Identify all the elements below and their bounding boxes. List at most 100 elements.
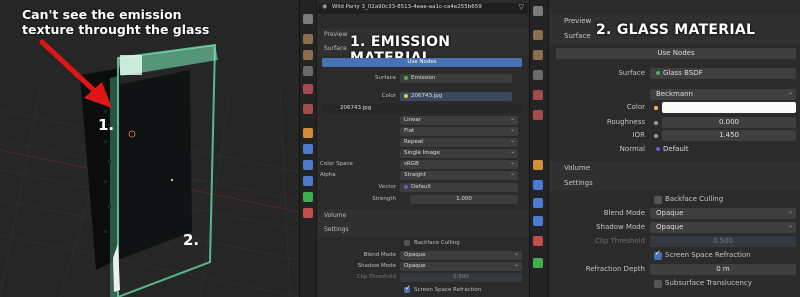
- use-nodes-button-2[interactable]: Use Nodes: [556, 48, 796, 59]
- shadow-dropdown[interactable]: Opaque: [400, 260, 522, 271]
- image-selector[interactable]: 206743.jpg: [322, 104, 522, 113]
- material-icon[interactable]: [303, 208, 313, 218]
- backface-label-2: Backface Culling: [665, 195, 724, 203]
- preview-label: Preview: [324, 31, 348, 38]
- subsurface-label: Subsurface Translucency: [665, 279, 752, 287]
- colorspace-dropdown[interactable]: sRGB: [400, 158, 518, 169]
- surface-shader-field-2[interactable]: Glass BSDF: [650, 68, 796, 79]
- properties-tab-strip: [300, 0, 317, 297]
- 3d-viewport[interactable]: Can't see the emission texture throught …: [0, 0, 299, 297]
- shader-socket-icon-2: [656, 71, 660, 75]
- blend-label-2: Blend Mode: [603, 209, 645, 217]
- shadow-label-2: Shadow Mode: [596, 223, 645, 231]
- projection-dropdown[interactable]: Flat: [400, 125, 518, 136]
- surface-section-label-2: Surface: [564, 32, 591, 40]
- ssr-label-2: Screen Space Refraction: [665, 251, 751, 259]
- ssr-label: Screen Space Refraction: [414, 287, 482, 293]
- backface-label: Backface Culling: [414, 240, 460, 246]
- render-icon[interactable]: [533, 30, 543, 40]
- clip-label: Clip Threshold: [356, 274, 396, 280]
- color-swatch[interactable]: [662, 102, 796, 113]
- render-icon[interactable]: [303, 34, 313, 44]
- ssr-checkbox[interactable]: [404, 284, 411, 293]
- marker-one: 1.: [98, 116, 115, 134]
- scene-icon[interactable]: [533, 90, 543, 100]
- filter-icon[interactable]: ▽: [519, 3, 524, 11]
- glass-heading: 2. GLASS MATERIAL: [596, 22, 756, 38]
- distribution-dropdown[interactable]: Beckmann: [650, 87, 796, 100]
- normal-socket-icon: [656, 147, 660, 151]
- vector-field[interactable]: Default: [400, 183, 518, 192]
- color-texture-field[interactable]: 206743.jpg: [400, 92, 512, 101]
- surface-label-2: Surface: [618, 69, 645, 77]
- shadow-dropdown-2[interactable]: Opaque: [650, 220, 796, 233]
- ior-field[interactable]: 1.450: [662, 130, 796, 141]
- interpolation-dropdown[interactable]: Linear: [400, 114, 518, 125]
- viewport-scene: [0, 39, 299, 297]
- object-icon[interactable]: [303, 128, 313, 138]
- strength-field[interactable]: 1.000: [410, 195, 518, 204]
- volume-section[interactable]: Volume: [318, 209, 529, 223]
- normal-field[interactable]: Default: [650, 144, 796, 155]
- clip-field[interactable]: 0.500: [400, 273, 522, 282]
- volume-label-2: Volume: [564, 164, 591, 172]
- ssr-checkbox-2[interactable]: [654, 249, 662, 260]
- world-icon[interactable]: [303, 104, 313, 114]
- surface-value-2: Glass BSDF: [663, 69, 703, 77]
- color-label: Color: [381, 93, 396, 99]
- colorspace-label: Color Space: [320, 161, 353, 167]
- material-name[interactable]: Wild Party 3_02a90c33-8513-4eae-aa1c-ca4…: [332, 4, 492, 10]
- subsurface-checkbox[interactable]: [654, 280, 662, 288]
- settings-section[interactable]: Settings: [318, 223, 529, 237]
- modifier-icon[interactable]: [303, 144, 313, 154]
- surface-shader-field[interactable]: Emission: [400, 74, 512, 83]
- clip-label-2: Clip Threshold: [595, 237, 645, 245]
- blend-dropdown-2[interactable]: Opaque: [650, 206, 796, 219]
- output-icon[interactable]: [533, 50, 543, 60]
- alpha-dropdown[interactable]: Straight: [400, 169, 518, 180]
- volume-section-2[interactable]: Volume: [550, 161, 800, 176]
- normal-value: Default: [663, 145, 689, 153]
- strength-label: Strength: [372, 196, 396, 202]
- physics-icon[interactable]: [303, 176, 313, 186]
- settings-label-2: Settings: [564, 179, 593, 187]
- roughness-socket-icon: [654, 121, 658, 125]
- data-icon[interactable]: [303, 192, 313, 202]
- backface-checkbox-2[interactable]: [654, 196, 662, 204]
- object-icon[interactable]: [533, 160, 543, 170]
- vector-label: Vector: [378, 184, 396, 190]
- roughness-label: Roughness: [606, 118, 645, 126]
- modifier-icon[interactable]: [533, 180, 543, 190]
- material-sphere-icon: ◉: [322, 3, 328, 10]
- marker-two: 2.: [183, 231, 200, 249]
- material-selector[interactable]: ◉ Wild Party 3_02a90c33-8513-4eae-aa1c-c…: [318, 3, 528, 14]
- tool-icon[interactable]: [303, 14, 313, 24]
- extension-dropdown[interactable]: Repeat: [400, 136, 518, 147]
- ior-label: IOR: [632, 131, 645, 139]
- refraction-depth-label: Refraction Depth: [585, 265, 645, 273]
- color-value: 206743.jpg: [411, 93, 443, 99]
- clip-field-2[interactable]: 0.500: [650, 236, 796, 247]
- particles-icon[interactable]: [303, 160, 313, 170]
- refraction-depth-field[interactable]: 0 m: [650, 264, 796, 275]
- surface-value: Emission: [411, 75, 436, 81]
- surface-section-label: Surface: [324, 45, 347, 52]
- volume-label: Volume: [324, 212, 347, 219]
- roughness-field[interactable]: 0.000: [662, 117, 796, 128]
- source-dropdown[interactable]: Single Image: [400, 147, 518, 158]
- use-nodes-button[interactable]: Use Nodes: [322, 58, 522, 67]
- settings-section-2[interactable]: Settings: [550, 176, 800, 191]
- normal-label: Normal: [619, 145, 645, 153]
- settings-label: Settings: [324, 226, 349, 233]
- scene-icon[interactable]: [303, 84, 313, 94]
- annotation-text: Can't see the emission texture throught …: [22, 7, 210, 37]
- glass-material-panel: Preview Surface 2. GLASS MATERIAL Use No…: [529, 0, 800, 297]
- view-layer-icon[interactable]: [303, 66, 313, 76]
- output-icon[interactable]: [303, 50, 313, 60]
- shadow-label: Shadow Mode: [357, 263, 396, 269]
- backface-checkbox[interactable]: [404, 240, 410, 246]
- color-label-2: Color: [626, 103, 645, 111]
- blend-dropdown[interactable]: Opaque: [400, 249, 522, 260]
- particles-icon[interactable]: [533, 198, 543, 208]
- tool-icon[interactable]: [533, 6, 543, 16]
